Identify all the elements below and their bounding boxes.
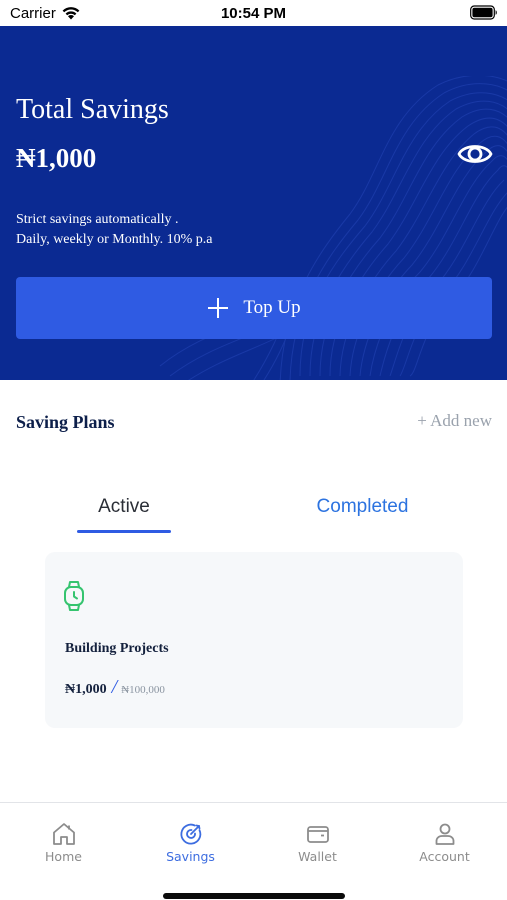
saving-plans-title: Saving Plans [16,412,115,432]
bottom-tab-bar: Home Savings Wallet Account [0,802,507,900]
nav-item-wallet[interactable]: Wallet [254,803,381,873]
status-bar: Carrier 10:54 PM [0,0,507,26]
watch-icon [64,581,84,611]
nav-item-home[interactable]: Home [0,803,127,873]
home-icon [52,823,75,845]
total-savings-amount: ₦1,000 [16,143,97,173]
battery-full-icon [470,5,497,20]
savings-description-line-1: Strict savings automatically . [16,212,179,227]
wallet-icon [306,826,329,843]
top-up-label: Top Up [243,297,301,318]
tab-completed[interactable]: Completed [300,496,425,518]
plan-progress: ₦1,000 /₦100,000 [65,676,165,699]
user-icon [435,823,454,845]
nav-item-account[interactable]: Account [381,803,507,873]
saving-plan-card[interactable]: Building Projects ₦1,000 /₦100,000 [45,552,463,728]
top-up-button[interactable]: Top Up [16,277,492,339]
plan-target-amount: ₦100,000 [121,684,165,696]
nav-label-wallet: Wallet [298,849,337,864]
plan-saved-amount: ₦1,000 [65,682,107,697]
savings-description-line-2: Daily, weekly or Monthly. 10% p.a [16,232,213,247]
total-savings-title: Total Savings [16,94,169,125]
plus-icon [208,298,229,318]
nav-label-home: Home [45,849,82,864]
savings-description: Strict savings automatically . Daily, we… [16,210,212,250]
nav-label-account: Account [419,849,470,864]
home-indicator [163,893,345,899]
status-time: 10:54 PM [220,5,287,22]
nav-item-savings[interactable]: Savings [127,803,254,873]
add-new-button[interactable]: + Add new [417,411,492,431]
total-savings-card: Total Savings ₦1,000 Strict savings auto… [0,26,507,380]
nav-label-savings: Savings [166,849,215,864]
plan-separator: / [111,676,118,698]
target-icon [180,823,201,845]
plan-name: Building Projects [65,641,169,656]
active-tab-indicator [77,530,171,533]
tab-active[interactable]: Active [77,496,171,518]
eye-icon[interactable] [457,138,493,170]
